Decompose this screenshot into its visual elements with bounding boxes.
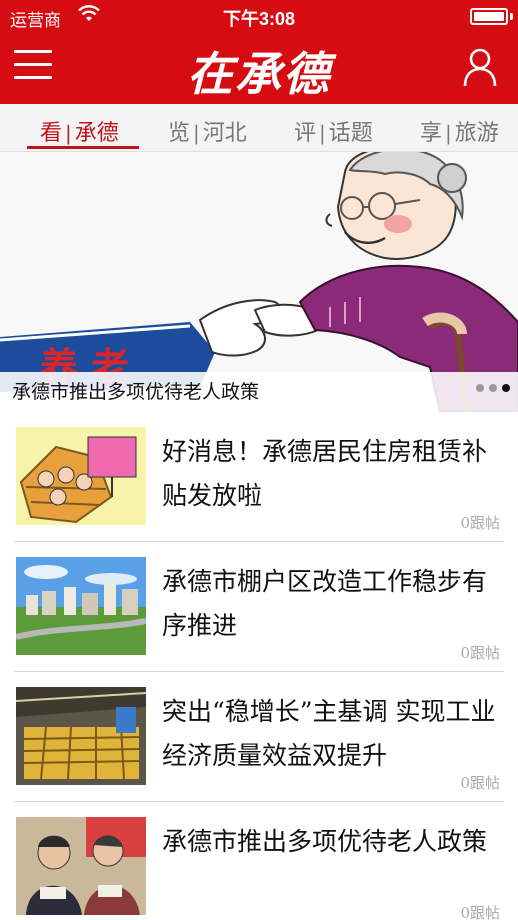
app-title: 在承德: [187, 47, 331, 101]
news-title: 突出“稳增长”主基调 实现工业经济质量效益双提升: [162, 697, 496, 770]
news-list: 好消息！承德居民住房租赁补贴发放啦 0跟帖 承德市棚户区改造工作稳步有序推进 0…: [0, 412, 518, 920]
user-profile-icon[interactable]: [462, 46, 498, 88]
news-item[interactable]: 承德市棚户区改造工作稳步有序推进 0跟帖: [14, 542, 504, 672]
carousel-indicator: [471, 377, 510, 396]
news-comment-count: 0跟帖: [460, 774, 500, 792]
tab-kan-chengde[interactable]: 看 | 承德: [40, 115, 119, 147]
news-item[interactable]: 突出“稳增长”主基调 实现工业经济质量效益双提升 0跟帖: [14, 672, 504, 802]
carousel-dot-3-active[interactable]: [502, 384, 510, 392]
news-title: 好消息！承德居民住房租赁补贴发放啦: [162, 437, 488, 510]
status-time: 下午3:08: [222, 9, 296, 29]
active-tab-indicator: [27, 146, 139, 149]
hero-caption: 承德市推出多项优待老人政策: [12, 381, 260, 403]
status-bar: 运营商 下午3:08: [0, 0, 518, 32]
top-navbar: 在承德: [0, 32, 518, 104]
news-thumbnail-city: [16, 557, 146, 655]
category-tabs: 看 | 承德 览 | 河北 评 | 话题 享 | 旅游: [0, 104, 518, 152]
battery-level: [474, 12, 504, 21]
tab-xiang-lvyou[interactable]: 享 | 旅游: [420, 115, 499, 147]
carousel-dot-1[interactable]: [476, 384, 484, 392]
news-thumbnail-elders: [16, 817, 146, 915]
tab-ping-huati[interactable]: 评 | 话题: [294, 115, 373, 147]
news-thumbnail-cartoon: [16, 427, 146, 525]
battery-icon: [470, 8, 508, 25]
battery-nub: [510, 13, 513, 20]
news-title: 承德市推出多项优待老人政策: [162, 827, 488, 856]
news-comment-count: 0跟帖: [460, 904, 500, 920]
news-item[interactable]: 好消息！承德居民住房租赁补贴发放啦 0跟帖: [14, 412, 504, 542]
tab-lan-hebei[interactable]: 览 | 河北: [168, 115, 247, 147]
news-item[interactable]: 承德市推出多项优待老人政策 0跟帖: [14, 802, 504, 920]
carousel-dot-2[interactable]: [489, 384, 497, 392]
news-comment-count: 0跟帖: [460, 644, 500, 662]
news-title: 承德市棚户区改造工作稳步有序推进: [162, 567, 488, 640]
news-thumbnail-factory: [16, 687, 146, 785]
hero-carousel[interactable]: 养 老 承德市推出多项优待老人政策: [0, 152, 518, 412]
news-comment-count: 0跟帖: [460, 514, 500, 532]
